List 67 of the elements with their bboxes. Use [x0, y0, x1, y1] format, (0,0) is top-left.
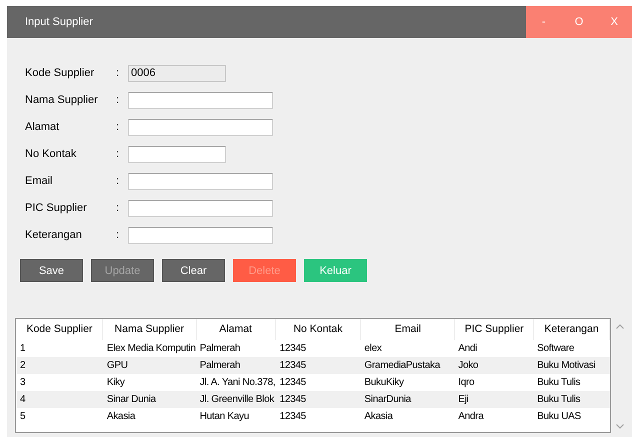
colon-separator: : — [116, 67, 120, 79]
colon-separator: : — [116, 229, 120, 241]
input-field[interactable] — [128, 92, 273, 108]
table-cell-text: 5 — [19, 411, 26, 422]
table-cell-text: GPU — [106, 360, 129, 371]
action-button[interactable]: Save — [20, 259, 83, 282]
column-header[interactable]: Nama Supplier — [102, 319, 197, 340]
input-field[interactable] — [128, 146, 226, 162]
table-cell-text: GramediaPustaka — [363, 360, 442, 371]
table-cell-text: Sinar Dunia — [106, 394, 157, 405]
window-title: Input Supplier — [25, 16, 93, 28]
column-header[interactable]: Email — [361, 319, 456, 340]
table-cell-text: Akasia — [363, 411, 394, 422]
table-cell-text: Buku Motivasi — [536, 360, 596, 371]
input-field[interactable] — [128, 172, 273, 190]
table-cell-text: Hutan Kayu — [198, 411, 250, 422]
colon-separator: : — [116, 175, 120, 187]
action-button[interactable]: Clear — [162, 259, 225, 282]
table-cell-text: 1 — [19, 343, 26, 354]
column-header[interactable]: Alamat — [196, 319, 276, 340]
colon-separator: : — [116, 94, 120, 106]
table-cell-text: Eji — [457, 394, 470, 405]
colon-separator: : — [116, 202, 120, 214]
scroll-down-icon[interactable] — [616, 424, 624, 429]
table-cell-text: Iqro — [457, 377, 476, 388]
colon-separator: : — [116, 148, 120, 160]
table-cell-text: SinarDunia — [363, 394, 412, 405]
field-label: Keterangan — [25, 229, 83, 241]
column-header[interactable]: Keterangan — [534, 319, 610, 340]
table-cell-text: Buku Tulis — [536, 377, 582, 388]
table-cell-text: Andra — [457, 411, 485, 422]
field-label: Email — [25, 175, 54, 187]
field-label: PIC Supplier — [25, 202, 88, 214]
table-cell-text: 12345 — [278, 343, 307, 354]
table-cell-text: Kiky — [106, 377, 126, 388]
table-cell-text: 12345 — [278, 394, 307, 405]
column-header[interactable]: No Kontak — [276, 319, 362, 340]
table-cell-text: Akasia — [106, 411, 136, 422]
field-label: No Kontak — [25, 148, 78, 160]
table-cell-text: 2 — [19, 360, 26, 371]
colon-separator: : — [116, 121, 120, 133]
column-header[interactable]: Kode Supplier — [17, 319, 103, 340]
table-cell-text: Buku UAS — [536, 411, 582, 422]
table-cell-text: Andi — [457, 343, 478, 354]
table-cell-text: Palmerah — [198, 343, 242, 354]
input-field[interactable] — [128, 200, 273, 216]
field-label: Kode Supplier — [25, 67, 96, 79]
table-cell-text: Software — [536, 343, 576, 354]
input-field[interactable] — [128, 118, 273, 136]
input-field[interactable] — [128, 226, 273, 244]
table-cell-text: Palmerah — [198, 360, 242, 371]
table-cell-text: 4 — [19, 394, 26, 405]
table-cell-text: BukuKiky — [363, 377, 405, 388]
column-header[interactable]: PIC Supplier — [455, 319, 534, 340]
table-cell-text: Jl. A. Yani No.378, — [198, 377, 276, 388]
table-cell-text: 12345 — [278, 411, 307, 422]
field-label: Nama Supplier — [25, 94, 99, 106]
table-cell-text: 12345 — [278, 360, 307, 371]
table-cell-text: Elex Media Komputin — [106, 343, 197, 354]
table-cell-text: Jl. Greenville Blok — [198, 394, 276, 405]
table-cell-text: elex — [363, 343, 383, 354]
table-cell-text: 12345 — [278, 377, 307, 388]
table-cell-text: 3 — [19, 377, 26, 388]
field-label: Alamat — [25, 121, 60, 133]
table-cell-text: Joko — [457, 360, 480, 371]
table-cell-text: Buku Tulis — [536, 394, 582, 405]
scroll-up-icon[interactable] — [616, 324, 624, 329]
